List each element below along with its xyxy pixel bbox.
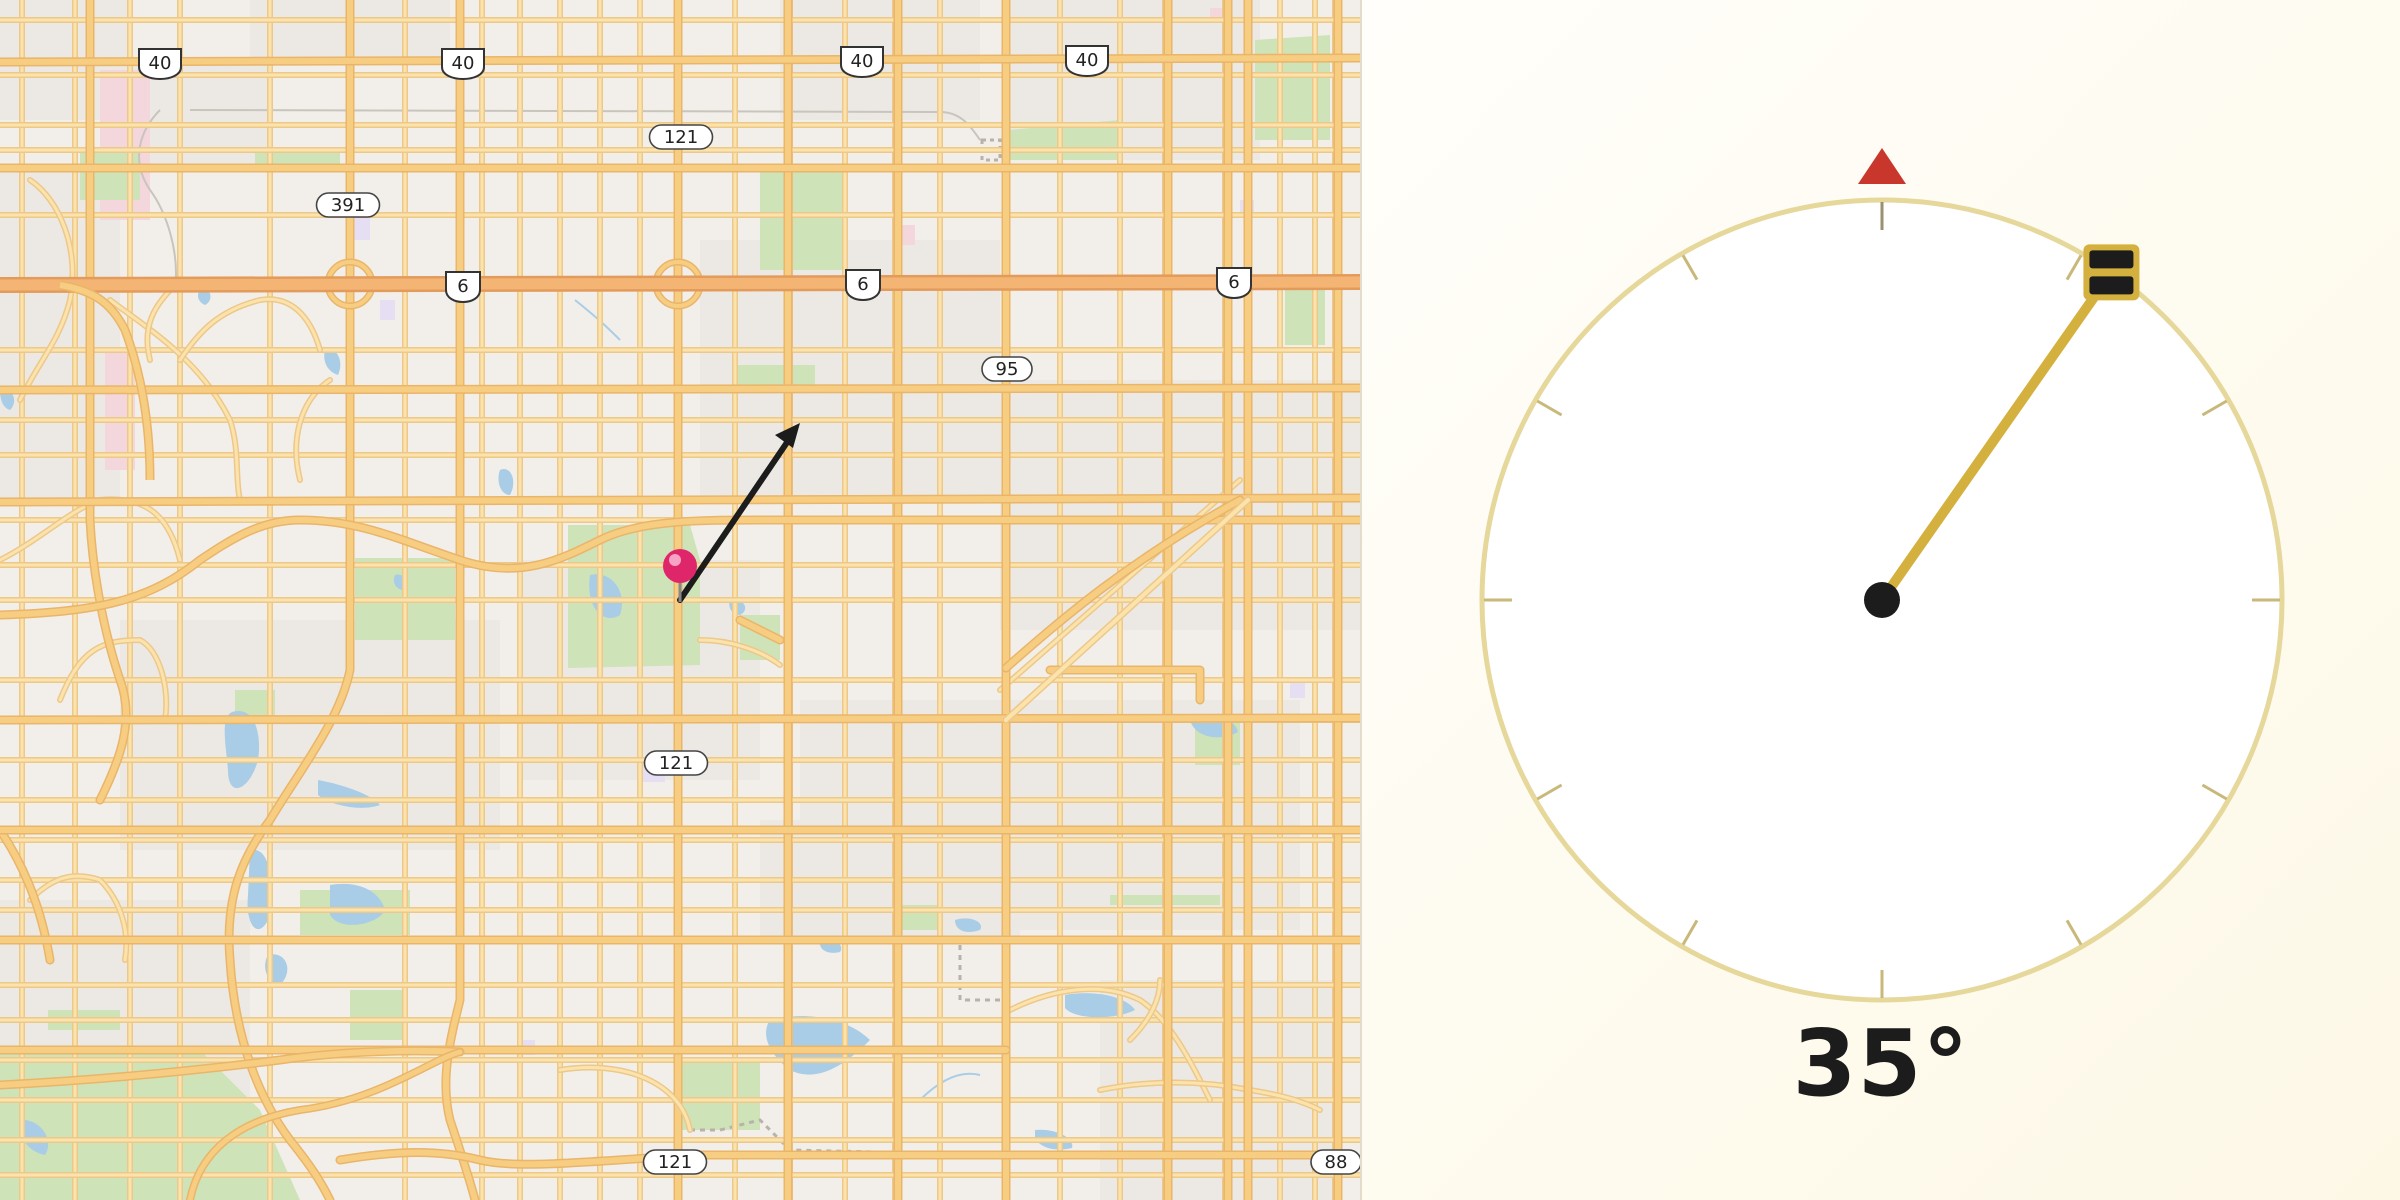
state-route-shield-icon: 121 bbox=[643, 750, 709, 776]
route-shield-label: 95 bbox=[996, 359, 1019, 380]
route-shield-label: 121 bbox=[664, 127, 698, 148]
route-shield-label: 40 bbox=[1076, 50, 1099, 71]
map-road bbox=[0, 495, 1360, 505]
map-water bbox=[498, 469, 514, 495]
map-road bbox=[0, 55, 1360, 65]
us-route-shield-icon: 6 bbox=[845, 269, 881, 302]
map-road bbox=[0, 715, 1360, 723]
us-route-shield-icon: 40 bbox=[1065, 45, 1109, 78]
map-road-casing bbox=[1045, 665, 1205, 705]
us-route-shield-icon: 40 bbox=[138, 48, 182, 81]
state-route-shield-icon: 121 bbox=[642, 1149, 708, 1175]
map-park bbox=[350, 990, 405, 1040]
route-shield-label: 40 bbox=[452, 53, 475, 74]
highway-us-6 bbox=[0, 276, 1360, 291]
route-shield-label: 40 bbox=[149, 53, 172, 74]
route-shield-label: 6 bbox=[1228, 272, 1239, 293]
map-park bbox=[1285, 285, 1325, 345]
map-park bbox=[733, 365, 815, 385]
us-route-shield-icon: 6 bbox=[1216, 267, 1252, 300]
map-park bbox=[760, 170, 842, 270]
state-route-shield-icon: 88 bbox=[1310, 1149, 1360, 1175]
map-boundary bbox=[900, 938, 1007, 1052]
map-road bbox=[0, 385, 1360, 393]
map-water bbox=[766, 1016, 870, 1075]
route-shield-label: 121 bbox=[659, 753, 693, 774]
map-creek bbox=[919, 1072, 981, 1101]
state-route-shield-icon: 391 bbox=[315, 192, 381, 218]
map-view[interactable]: 40 40 40 40 121 391 6 6 6 95 121 121 88 bbox=[0, 0, 1360, 1200]
route-shield-label: 6 bbox=[857, 274, 868, 295]
route-shield-label: 40 bbox=[851, 51, 874, 72]
map-institution bbox=[380, 300, 395, 320]
state-route-shield-icon: 121 bbox=[648, 124, 714, 150]
street-map[interactable]: 40 40 40 40 121 391 6 6 6 95 121 121 88 bbox=[0, 0, 1360, 1200]
dial-hub bbox=[1864, 582, 1900, 618]
route-shield-label: 6 bbox=[457, 276, 468, 297]
heading-readout: 35° bbox=[1792, 1010, 1970, 1117]
map-block bbox=[1100, 980, 1340, 1200]
us-route-shield-icon: 6 bbox=[445, 271, 481, 304]
us-route-shield-icon: 40 bbox=[840, 46, 884, 79]
us-route-shield-icon: 40 bbox=[441, 48, 485, 81]
route-shield-label: 121 bbox=[658, 1152, 692, 1173]
drag-handle-icon[interactable] bbox=[2083, 244, 2140, 301]
heading-dial-panel: 35° bbox=[1362, 0, 2400, 1200]
route-shield-label: 391 bbox=[331, 195, 365, 216]
map-park bbox=[680, 1060, 760, 1130]
north-triangle-icon bbox=[1858, 148, 1906, 184]
state-route-shield-icon: 95 bbox=[981, 356, 1033, 382]
route-shield-label: 88 bbox=[1325, 1152, 1348, 1173]
map-road bbox=[294, 378, 332, 482]
